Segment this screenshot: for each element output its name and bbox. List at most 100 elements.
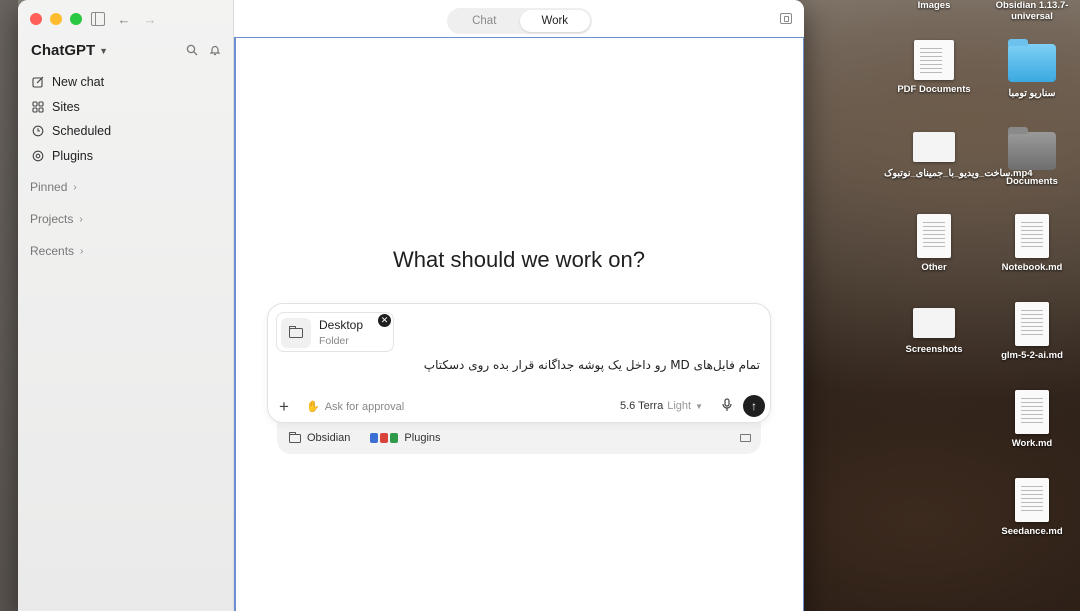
main-panel: Chat Work What should we work on? Obsidi… bbox=[234, 0, 804, 611]
clock-icon bbox=[31, 124, 45, 138]
desktop-item-label: Other bbox=[921, 262, 947, 273]
sidebar-toggle-icon[interactable] bbox=[91, 12, 105, 26]
prompt-input[interactable]: تمام فایل‌های MD رو داخل یک پوشه جداگانه… bbox=[424, 358, 760, 372]
document-icon bbox=[917, 214, 951, 258]
app-title: ChatGPT bbox=[31, 42, 96, 59]
desktop-item-screenshots[interactable]: Screenshots bbox=[884, 308, 984, 355]
document-icon bbox=[1015, 390, 1049, 434]
sidebar-item-scheduled[interactable]: Scheduled bbox=[24, 119, 228, 144]
desktop-item-label: Images bbox=[917, 0, 951, 11]
sidebar-item-label: Plugins bbox=[52, 148, 93, 163]
toolbar: ← → bbox=[91, 12, 157, 27]
plugins-chip[interactable]: Plugins bbox=[370, 432, 441, 444]
minimize-window-button[interactable] bbox=[50, 13, 62, 25]
desktop-item-obsidian[interactable]: Obsidian 1.13.7-universal bbox=[982, 0, 1080, 22]
approval-label: Ask for approval bbox=[324, 400, 405, 413]
send-button[interactable]: ↑ bbox=[743, 395, 765, 417]
chevron-right-icon: › bbox=[79, 213, 83, 225]
picture-in-picture-icon[interactable] bbox=[780, 13, 792, 24]
section-label: Projects bbox=[30, 212, 74, 226]
context-row: Obsidian Plugins bbox=[289, 431, 441, 444]
composer: Desktop Folder ✕ تمام فایل‌های MD رو داخ… bbox=[267, 303, 771, 423]
document-icon bbox=[1015, 478, 1049, 522]
compose-icon bbox=[31, 75, 45, 89]
screenshot-file-icon bbox=[913, 308, 955, 338]
sidebar-item-label: Sites bbox=[52, 99, 80, 114]
forward-arrow-icon[interactable]: → bbox=[143, 12, 157, 27]
desktop-item-glm-md[interactable]: glm-5-2-ai.md bbox=[982, 302, 1080, 361]
tab-work[interactable]: Work bbox=[519, 10, 590, 32]
window-controls bbox=[30, 13, 82, 25]
page-title: What should we work on? bbox=[393, 247, 645, 272]
desktop-item-work-md[interactable]: Work.md bbox=[982, 390, 1080, 449]
desktop-item-label: Screenshots bbox=[905, 344, 963, 355]
composer-toolbar: + ✋ Ask for approval 5.6 Terra Light ▼ ↑ bbox=[276, 395, 765, 417]
sidebar-item-new-chat[interactable]: New chat bbox=[24, 70, 228, 95]
desktop-item-notebook-md[interactable]: Notebook.md bbox=[982, 214, 1080, 273]
model-mode: Light bbox=[667, 400, 692, 412]
microphone-icon[interactable] bbox=[720, 398, 734, 414]
add-icon[interactable]: + bbox=[279, 397, 289, 417]
desktop-item-images[interactable]: Images bbox=[884, 0, 984, 11]
model-selector[interactable]: 5.6 Terra Light ▼ bbox=[620, 400, 703, 412]
desktop-item-label: PDF Documents bbox=[897, 84, 971, 95]
mode-switcher: Chat Work bbox=[447, 8, 592, 34]
sidebar-item-label: Scheduled bbox=[52, 124, 112, 139]
section-label: Recents bbox=[30, 244, 75, 258]
desktop-item-pdf-documents[interactable]: PDF Documents bbox=[884, 40, 984, 95]
app-icon bbox=[380, 433, 389, 443]
focus-border bbox=[234, 38, 236, 611]
desktop-item-documents[interactable]: Documents bbox=[982, 127, 1080, 187]
desktop-item-video[interactable]: ساخت_ویدیو_با_جمینای_نوتبوک.mp4 bbox=[884, 132, 1033, 179]
sidebar-item-sites[interactable]: Sites bbox=[24, 95, 228, 120]
document-icon bbox=[1015, 302, 1049, 346]
chip-label: Plugins bbox=[404, 432, 441, 444]
search-icon[interactable] bbox=[186, 43, 198, 61]
back-arrow-icon[interactable]: ← bbox=[117, 12, 131, 27]
desktop-item-label: Work.md bbox=[1011, 438, 1053, 449]
monitor-icon[interactable] bbox=[740, 434, 751, 442]
hand-icon: ✋ bbox=[306, 401, 320, 413]
document-icon bbox=[1015, 214, 1049, 258]
plugin-icon bbox=[31, 149, 45, 163]
desktop-item-label: سناریو تومبا bbox=[1008, 88, 1056, 99]
sidebar: ← → ChatGPT ▼ New chat Sites Scheduled P… bbox=[18, 0, 234, 611]
desktop-item-label: Seedance.md bbox=[1001, 526, 1063, 537]
sidebar-section-pinned[interactable]: Pinned › bbox=[30, 180, 77, 194]
close-icon[interactable]: ✕ bbox=[378, 314, 391, 327]
folder-icon bbox=[1008, 127, 1056, 170]
app-title-menu[interactable]: ChatGPT ▼ bbox=[31, 42, 108, 59]
desktop-item-label: glm-5-2-ai.md bbox=[1001, 350, 1063, 361]
attachment-name: Desktop bbox=[319, 318, 364, 332]
chevron-right-icon: › bbox=[73, 181, 77, 193]
zoom-window-button[interactable] bbox=[70, 13, 82, 25]
chip-label: Obsidian bbox=[307, 432, 351, 444]
approval-mode-button[interactable]: ✋ Ask for approval bbox=[306, 400, 405, 414]
sidebar-item-plugins[interactable]: Plugins bbox=[24, 144, 228, 169]
folder-icon bbox=[1008, 39, 1056, 82]
desktop-item-other[interactable]: Other bbox=[884, 214, 984, 273]
obsidian-folder-chip[interactable]: Obsidian bbox=[289, 431, 351, 444]
sites-icon bbox=[31, 100, 45, 114]
main-header: Chat Work bbox=[234, 0, 804, 38]
app-icon bbox=[390, 433, 399, 443]
close-window-button[interactable] bbox=[30, 13, 42, 25]
desktop-item-label: Notebook.md bbox=[1001, 262, 1063, 273]
plugin-app-icons bbox=[370, 433, 399, 443]
tab-chat[interactable]: Chat bbox=[449, 10, 520, 32]
background-window-edge bbox=[0, 0, 18, 611]
desktop-item-folder-scenario[interactable]: سناریو تومبا bbox=[982, 39, 1080, 99]
sidebar-nav: New chat Sites Scheduled Plugins bbox=[24, 70, 228, 168]
sidebar-section-projects[interactable]: Projects › bbox=[30, 212, 83, 226]
app-icon bbox=[370, 433, 379, 443]
attachment-card[interactable]: Desktop Folder ✕ bbox=[276, 312, 394, 352]
sidebar-section-recents[interactable]: Recents › bbox=[30, 244, 83, 258]
desktop-item-seedance-md[interactable]: Seedance.md bbox=[982, 478, 1080, 537]
section-label: Pinned bbox=[30, 180, 68, 194]
bell-icon[interactable] bbox=[209, 43, 221, 61]
desktop-item-label: Obsidian 1.13.7-universal bbox=[995, 0, 1069, 22]
video-file-icon bbox=[913, 132, 955, 162]
chatgpt-window: ← → ChatGPT ▼ New chat Sites Scheduled P… bbox=[18, 0, 804, 611]
desktop-item-label: Documents bbox=[1006, 176, 1058, 187]
chevron-down-icon: ▼ bbox=[99, 45, 109, 56]
